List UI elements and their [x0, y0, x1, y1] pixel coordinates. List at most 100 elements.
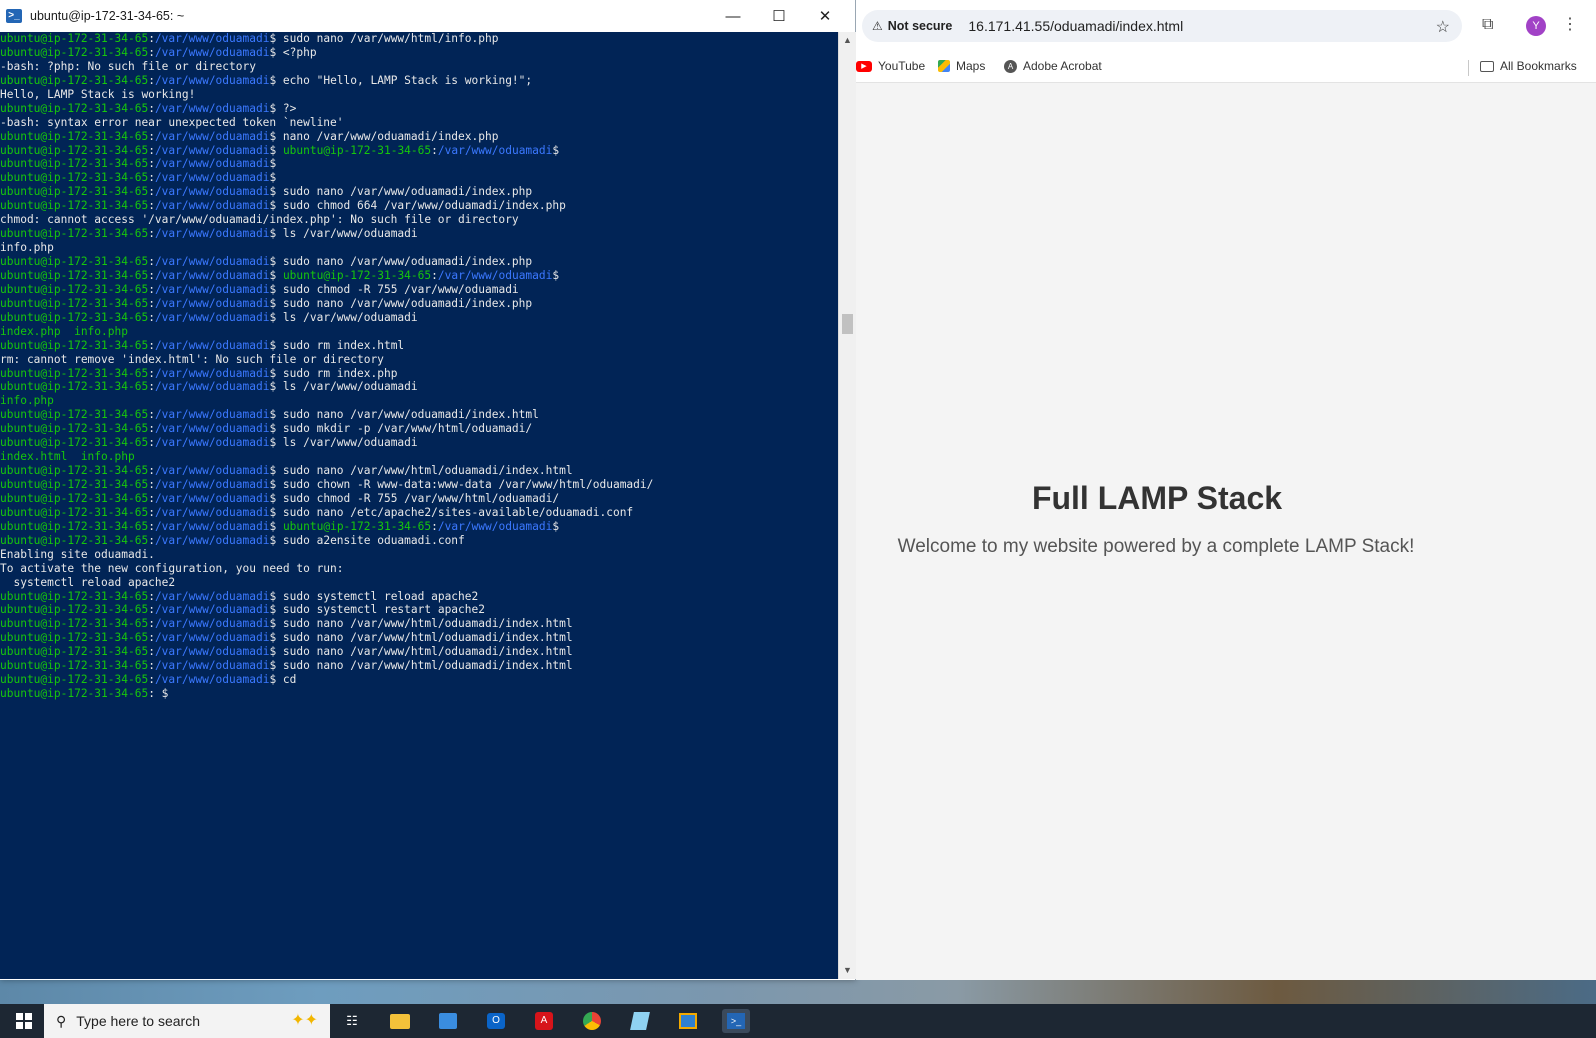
terminal-line: -bash: syntax error near unexpected toke… [0, 115, 344, 129]
menu-dots-icon[interactable]: ⋮ [1562, 14, 1578, 34]
minimize-button[interactable]: — [710, 0, 756, 32]
powershell-taskbar-icon[interactable]: >_ [722, 1009, 750, 1033]
chrome-icon[interactable] [578, 1009, 606, 1033]
terminal-line: -bash: ?php: No such file or directory [0, 59, 256, 73]
terminal-line: ubuntu@ip-172-31-34-65:/var/www/oduamadi… [0, 296, 533, 310]
terminal-line: ubuntu@ip-172-31-34-65:/var/www/oduamadi… [0, 199, 566, 213]
terminal-line: ubuntu@ip-172-31-34-65:/var/www/oduamadi… [0, 673, 297, 687]
search-icon: ⚲ [56, 1012, 67, 1029]
page-heading: Full LAMP Stack [1031, 480, 1283, 516]
task-view-icon[interactable]: ☷ [338, 1009, 366, 1033]
terminal-line: ubuntu@ip-172-31-34-65:/var/www/oduamadi… [0, 255, 533, 268]
bookmarks-separator [1468, 60, 1469, 76]
not-secure-label[interactable]: Not secure [888, 19, 953, 33]
terminal-line: ubuntu@ip-172-31-34-65:/var/www/oduamadi… [0, 282, 519, 296]
address-bar[interactable]: ⚠ Not secure 16.171.41.55/oduamadi/index… [862, 10, 1462, 42]
bookmark-label: Maps [956, 59, 986, 73]
url-text[interactable]: 16.171.41.55/oduamadi/index.html [968, 18, 1183, 34]
terminal-line: info.php [0, 241, 54, 255]
bookmark-youtube[interactable]: ▶ YouTube [856, 59, 925, 73]
terminal-line: info.php [0, 394, 54, 408]
maximize-button[interactable]: ☐ [756, 0, 802, 32]
terminal-line: ubuntu@ip-172-31-34-65:/var/www/oduamadi… [0, 436, 418, 450]
terminal-window[interactable]: >_ ubuntu@ip-172-31-34-65: ~ — ☐ ✕ ubunt… [0, 0, 856, 980]
terminal-title: ubuntu@ip-172-31-34-65: ~ [30, 9, 185, 23]
terminal-line: Hello, LAMP Stack is working! [0, 87, 196, 101]
adobe-acrobat-icon[interactable]: A [530, 1009, 558, 1033]
bookmark-label: Adobe Acrobat [1023, 59, 1102, 73]
file-explorer-icon[interactable] [386, 1009, 414, 1033]
terminal-line: ubuntu@ip-172-31-34-65:/var/www/oduamadi… [0, 185, 533, 199]
terminal-line: ubuntu@ip-172-31-34-65:/var/www/oduamadi… [0, 268, 560, 282]
terminal-line: ubuntu@ip-172-31-34-65:/var/www/oduamadi… [0, 310, 418, 324]
terminal-line: ubuntu@ip-172-31-34-65:/var/www/oduamadi… [0, 659, 573, 673]
scroll-down-arrow-icon[interactable]: ▼ [839, 962, 856, 979]
terminal-line: ubuntu@ip-172-31-34-65:/var/www/oduamadi… [0, 380, 418, 394]
taskbar: ⚲ Type here to search ✦✦ ☷ O A >_ [0, 1004, 1596, 1038]
terminal-output[interactable]: ubuntu@ip-172-31-34-65:/var/www/oduamadi… [0, 32, 838, 979]
terminal-line: ubuntu@ip-172-31-34-65:/var/www/oduamadi… [0, 603, 485, 617]
terminal-line: ubuntu@ip-172-31-34-65:/var/www/oduamadi… [0, 227, 418, 241]
terminal-line: ubuntu@ip-172-31-34-65:/var/www/oduamadi… [0, 171, 283, 185]
close-button[interactable]: ✕ [802, 0, 848, 32]
browser-window[interactable]: ⚠ Not secure 16.171.41.55/oduamadi/index… [856, 0, 1596, 980]
terminal-titlebar[interactable]: >_ ubuntu@ip-172-31-34-65: ~ — ☐ ✕ [0, 0, 855, 32]
acrobat-icon: A [1004, 59, 1017, 73]
bookmark-maps[interactable]: Maps [938, 59, 985, 73]
terminal-line: index.php info.php [0, 324, 128, 338]
notepad-icon[interactable] [626, 1009, 654, 1033]
bookmark-label: YouTube [878, 59, 926, 73]
page-paragraph: Welcome to my website powered by a compl… [897, 536, 1415, 557]
terminal-line: rm: cannot remove 'index.html': No such … [0, 352, 384, 366]
profile-avatar[interactable]: Y [1526, 16, 1546, 36]
terminal-line: chmod: cannot access '/var/www/oduamadi/… [0, 213, 519, 227]
start-button[interactable] [6, 1004, 42, 1038]
terminal-line: ubuntu@ip-172-31-34-65:/var/www/oduamadi… [0, 491, 560, 505]
terminal-line: ubuntu@ip-172-31-34-65:/var/www/oduamadi… [0, 533, 465, 547]
terminal-line: ubuntu@ip-172-31-34-65:/var/www/oduamadi… [0, 422, 533, 436]
terminal-line: ubuntu@ip-172-31-34-65:/var/www/oduamadi… [0, 101, 297, 115]
terminal-line: ubuntu@ip-172-31-34-65:/var/www/oduamadi… [0, 645, 573, 659]
terminal-line: ubuntu@ip-172-31-34-65:/var/www/oduamadi… [0, 505, 634, 519]
terminal-line: ubuntu@ip-172-31-34-65:/var/www/oduamadi… [0, 129, 499, 143]
terminal-line: ubuntu@ip-172-31-34-65:/var/www/oduamadi… [0, 617, 573, 631]
terminal-line: ubuntu@ip-172-31-34-65:/var/www/oduamadi… [0, 631, 573, 645]
bookmark-adobe-acrobat[interactable]: A Adobe Acrobat [1004, 59, 1102, 73]
folder-icon [1480, 60, 1494, 72]
terminal-line: ubuntu@ip-172-31-34-65:/var/www/oduamadi… [0, 464, 573, 478]
terminal-line: ubuntu@ip-172-31-34-65:/var/www/oduamadi… [0, 589, 479, 603]
terminal-line: ubuntu@ip-172-31-34-65:/var/www/oduamadi… [0, 478, 654, 491]
web-page-content: Full LAMP Stack Welcome to my website po… [856, 83, 1596, 980]
terminal-line: ubuntu@ip-172-31-34-65:/var/www/oduamadi… [0, 143, 560, 157]
bookmarks-bar: ▶ YouTube Maps A Adobe Acrobat All Bookm… [856, 52, 1596, 83]
terminal-line: ubuntu@ip-172-31-34-65:/var/www/oduamadi… [0, 338, 405, 352]
scroll-up-arrow-icon[interactable]: ▲ [839, 32, 856, 49]
microsoft-store-icon[interactable] [434, 1009, 462, 1033]
remote-desktop-icon[interactable] [674, 1009, 702, 1033]
terminal-line: ubuntu@ip-172-31-34-65:/var/www/oduamadi… [0, 157, 283, 171]
all-bookmarks-button[interactable]: All Bookmarks [1480, 59, 1577, 73]
terminal-scrollbar[interactable]: ▲ ▼ [838, 32, 856, 979]
search-placeholder: Type here to search [76, 1013, 201, 1029]
terminal-line: ubuntu@ip-172-31-34-65:/var/www/oduamadi… [0, 366, 398, 380]
terminal-line: systemctl reload apache2 [0, 575, 176, 589]
warning-icon: ⚠ [872, 19, 883, 33]
terminal-line: ubuntu@ip-172-31-34-65:/var/www/oduamadi… [0, 45, 317, 59]
maps-icon [938, 60, 950, 72]
youtube-icon: ▶ [856, 60, 872, 72]
outlook-icon[interactable]: O [482, 1009, 510, 1033]
terminal-line: ubuntu@ip-172-31-34-65:/var/www/oduamadi… [0, 73, 533, 87]
windows-logo-icon [16, 1013, 32, 1029]
taskbar-search-box[interactable]: ⚲ Type here to search ✦✦ [44, 1004, 330, 1038]
search-highlight-icon: ✦✦ [291, 1012, 318, 1029]
browser-toolbar: ⚠ Not secure 16.171.41.55/oduamadi/index… [856, 0, 1596, 52]
extensions-icon[interactable]: ⧉ [1482, 16, 1493, 34]
bookmark-star-icon[interactable]: ☆ [1436, 17, 1450, 37]
terminal-line: ubuntu@ip-172-31-34-65: $ [0, 687, 169, 701]
terminal-line: ubuntu@ip-172-31-34-65:/var/www/oduamadi… [0, 408, 539, 422]
terminal-line: Enabling site oduamadi. [0, 547, 155, 561]
terminal-lines: ubuntu@ip-172-31-34-65:/var/www/oduamadi… [0, 32, 653, 701]
scrollbar-thumb[interactable] [842, 314, 853, 334]
terminal-line: To activate the new configuration, you n… [0, 561, 344, 575]
powershell-icon: >_ [6, 9, 22, 23]
